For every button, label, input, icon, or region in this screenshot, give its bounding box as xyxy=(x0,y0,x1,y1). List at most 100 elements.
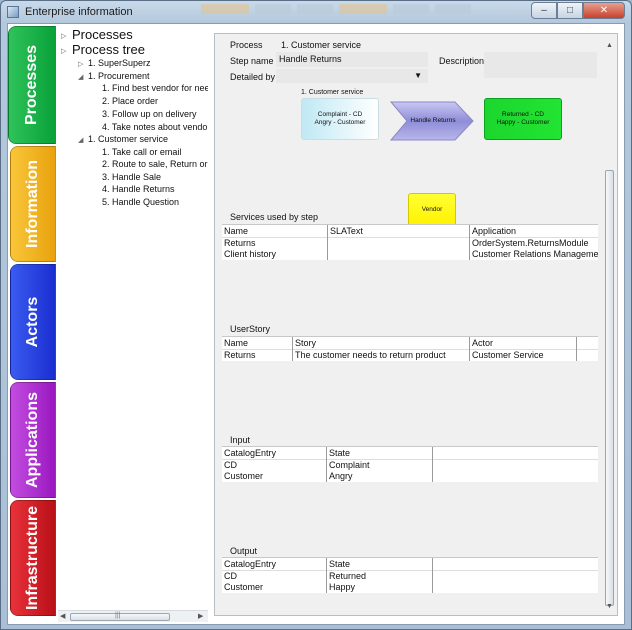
scrollbar-grip: ||| xyxy=(115,612,121,619)
tree-root-processes[interactable]: Processes xyxy=(72,27,133,42)
column-header[interactable]: CatalogEntry xyxy=(222,447,326,459)
close-button[interactable]: ✕ xyxy=(583,2,625,19)
tree-item[interactable]: 2. Route to sale, Return or Q xyxy=(102,159,208,169)
userstory-grid: Name Story Actor Returns The customer ne… xyxy=(222,336,598,434)
tree-item[interactable]: 1. Find best vendor for need xyxy=(102,83,208,93)
scrollbar-thumb[interactable] xyxy=(605,170,614,606)
process-value: 1. Customer service xyxy=(281,40,362,50)
window-controls: – □ ✕ xyxy=(531,2,625,19)
column-header[interactable]: Name xyxy=(222,225,327,237)
table-row[interactable]: CD Complaint xyxy=(222,460,598,471)
tree-item[interactable]: 1. Customer service xyxy=(88,134,168,144)
table-cell xyxy=(328,249,468,260)
tab-label: Information xyxy=(24,160,41,248)
description-field[interactable] xyxy=(484,52,597,78)
table-cell xyxy=(328,238,468,249)
column-header[interactable]: Story xyxy=(293,337,468,349)
expand-triangle-icon[interactable]: ▷ xyxy=(78,60,83,68)
table-cell: The customer needs to return product xyxy=(295,350,446,360)
scroll-right-icon[interactable]: ▶ xyxy=(198,612,203,620)
diagram-caption: 1. Customer service xyxy=(301,89,364,96)
column-header[interactable]: SLAText xyxy=(328,225,468,237)
chevron-down-icon: ▼ xyxy=(414,71,422,80)
table-cell: Customer xyxy=(224,582,264,592)
output-box[interactable]: Returned - CD Happy - Customer xyxy=(484,98,562,140)
tab-information[interactable]: Information xyxy=(10,146,56,262)
column-header[interactable]: Actor xyxy=(470,337,576,349)
description-label: Description xyxy=(439,56,485,66)
tree-item[interactable]: 3. Handle Sale xyxy=(102,172,161,182)
tree-item[interactable]: 5. Handle Question xyxy=(102,197,179,207)
tab-applications[interactable]: Applications xyxy=(10,382,56,498)
table-row[interactable]: Returns The customer needs to return pro… xyxy=(222,350,598,361)
category-tabs: Processes Information Actors Application… xyxy=(8,26,56,624)
scroll-down-icon[interactable]: ▼ xyxy=(606,603,613,610)
tree-item[interactable]: 1. SuperSuperz xyxy=(88,58,151,68)
process-tree: ▷ Processes ▷ Process tree ▷ 1. SuperSup… xyxy=(58,26,208,622)
input-grid: CatalogEntry State CD Complaint Customer… xyxy=(222,446,598,544)
tab-label: Applications xyxy=(24,391,41,489)
scrollbar-thumb[interactable]: ||| xyxy=(70,612,170,621)
expand-triangle-icon[interactable]: ▷ xyxy=(61,32,66,40)
tree-item[interactable]: 3. Follow up on delivery xyxy=(102,109,197,119)
output-title: Output xyxy=(230,546,258,556)
tree-root-process-tree[interactable]: Process tree xyxy=(72,42,145,57)
process-diagram: 1. Customer service Complaint - CD Angry… xyxy=(217,84,597,227)
tree-item[interactable]: 1. Procurement xyxy=(88,71,150,81)
process-label: Process xyxy=(230,40,263,50)
background-taskbar xyxy=(201,4,541,16)
services-title: Services used by step xyxy=(230,212,319,222)
app-window: Enterprise information – □ ✕ Processes I… xyxy=(0,0,632,630)
table-cell: Returned xyxy=(329,571,367,581)
table-row[interactable]: Client history Customer Relations Manage… xyxy=(222,249,598,260)
column-header[interactable]: State xyxy=(327,558,431,570)
tab-actors[interactable]: Actors xyxy=(10,264,56,380)
input-box[interactable]: Complaint - CD Angry - Customer xyxy=(301,98,379,140)
tab-processes[interactable]: Processes xyxy=(8,26,56,144)
table-cell: CD xyxy=(224,571,237,581)
tree-item[interactable]: 4. Take notes about vendor xyxy=(102,122,208,132)
table-cell: OrderSystem.ReturnsModule xyxy=(472,238,589,248)
tab-label: Infrastructure xyxy=(24,505,41,611)
table-cell: Customer xyxy=(224,471,264,481)
tree-horizontal-scrollbar[interactable]: ◀ ||| ▶ xyxy=(58,610,208,622)
maximize-button[interactable]: □ xyxy=(557,2,583,19)
details-vertical-scrollbar[interactable]: ▲ ▼ xyxy=(603,42,616,612)
column-header[interactable]: Name xyxy=(222,337,292,349)
table-cell: Client history xyxy=(224,249,277,259)
minimize-button[interactable]: – xyxy=(531,2,557,19)
table-cell: Returns xyxy=(224,238,256,248)
title-bar[interactable]: Enterprise information – □ ✕ xyxy=(1,1,631,23)
table-cell: Angry xyxy=(329,471,353,481)
collapse-triangle-icon[interactable]: ◢ xyxy=(78,136,83,144)
table-row[interactable]: Returns OrderSystem.ReturnsModule xyxy=(222,238,598,249)
column-header[interactable]: State xyxy=(327,447,431,459)
detailed-by-dropdown[interactable]: ▼ xyxy=(276,69,428,83)
vendor-box[interactable]: Vendor xyxy=(408,193,456,227)
table-row[interactable]: Customer Angry xyxy=(222,471,598,482)
step-details-panel: Process 1. Customer service Step name Ha… xyxy=(214,33,618,616)
table-cell: Returns xyxy=(224,350,256,360)
step-name-label: Step name xyxy=(230,56,274,66)
tab-infrastructure[interactable]: Infrastructure xyxy=(10,500,56,616)
table-cell: Complaint xyxy=(329,460,370,470)
tree-item[interactable]: 2. Place order xyxy=(102,96,158,106)
scroll-up-icon[interactable]: ▲ xyxy=(606,42,613,49)
userstory-title: UserStory xyxy=(230,324,271,334)
client-area: Processes Information Actors Application… xyxy=(7,23,625,625)
tree-item[interactable]: 4. Handle Returns xyxy=(102,184,175,194)
table-row[interactable]: CD Returned xyxy=(222,571,598,582)
tree-item[interactable]: 1. Take call or email xyxy=(102,147,181,157)
table-row[interactable]: Customer Happy xyxy=(222,582,598,593)
app-icon xyxy=(7,6,19,18)
collapse-triangle-icon[interactable]: ◢ xyxy=(78,73,83,81)
step-name-field[interactable]: Handle Returns xyxy=(276,52,428,67)
grid-header: Name SLAText Application xyxy=(222,225,598,238)
expand-triangle-icon[interactable]: ▷ xyxy=(61,47,66,55)
tab-label: Actors xyxy=(24,296,41,348)
column-header[interactable]: Application xyxy=(470,225,598,237)
column-header[interactable]: CatalogEntry xyxy=(222,558,326,570)
tab-label: Processes xyxy=(23,44,40,126)
scroll-left-icon[interactable]: ◀ xyxy=(60,612,65,620)
table-cell: CD xyxy=(224,460,237,470)
